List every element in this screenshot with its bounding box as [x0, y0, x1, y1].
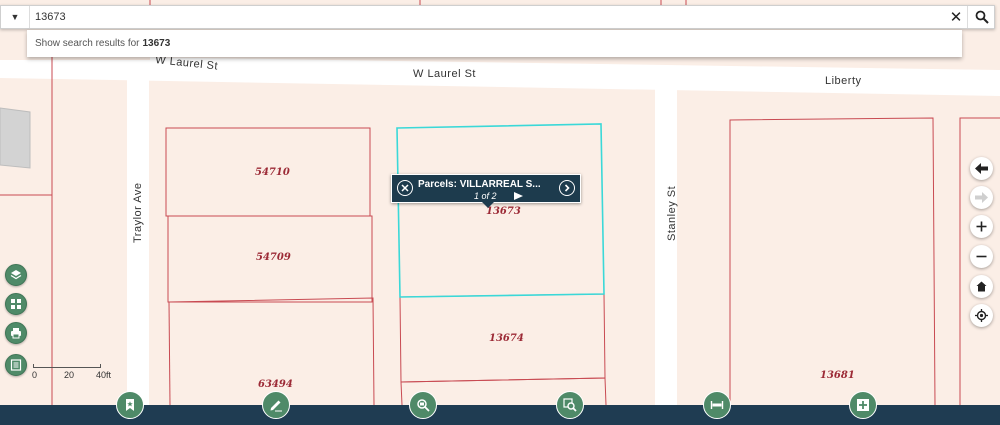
street-label-traylor-ave: Traylor Ave [132, 182, 144, 243]
home-icon [976, 281, 987, 292]
parcel-label-13681: 13681 [820, 370, 855, 381]
locate-icon [975, 309, 988, 322]
zoom-in-icon [976, 221, 987, 232]
popup-close-button[interactable] [397, 180, 413, 196]
popup-feature-count: 1 of 2 [474, 191, 497, 201]
scale-bar: 0 20 40ft [32, 364, 111, 384]
locate-button[interactable] [970, 304, 993, 327]
search-input[interactable] [35, 8, 935, 26]
basemap-button[interactable] [5, 293, 27, 315]
search-bar: ▼ ✕ [0, 5, 995, 29]
measure-button[interactable] [703, 391, 731, 419]
parcel-label-54709: 54709 [256, 252, 291, 263]
zoom-out-icon [976, 255, 987, 258]
search-source-dropdown[interactable]: ▼ [1, 6, 30, 28]
scale-tick-0: 0 [32, 370, 38, 380]
popup-maximize-button[interactable] [559, 180, 575, 196]
map-canvas[interactable]: W Laurel St W Laurel St Liberty Traylor … [0, 0, 1000, 425]
popup-title: Parcels: VILLARREAL S... [418, 179, 541, 190]
parcel-label-63494: 63494 [258, 379, 293, 390]
street-label-liberty: Liberty [825, 75, 862, 87]
suggestion-prefix: Show search results for [35, 38, 140, 49]
building-footprint [0, 107, 31, 169]
search-zoom-button[interactable] [556, 391, 584, 419]
close-icon [401, 184, 409, 192]
identify-icon [417, 399, 430, 412]
suggestion-term: 13673 [142, 38, 171, 49]
popup-pointer [482, 202, 494, 208]
search-icon [975, 10, 989, 24]
scale-line [33, 364, 101, 368]
scale-tick-40ft: 40ft [96, 370, 112, 380]
legend-list-icon [10, 359, 22, 371]
search-suggestion[interactable]: Show search results for 13673 [27, 30, 962, 57]
measure-icon [710, 401, 724, 409]
add-data-icon [857, 399, 869, 411]
basemap-grid-icon [11, 299, 21, 309]
draw-pencil-icon [270, 400, 282, 412]
back-arrow-icon [975, 163, 988, 174]
parcel-label-13674: 13674 [489, 333, 524, 344]
forward-arrow-icon [975, 192, 988, 203]
search-button[interactable] [967, 6, 995, 28]
draw-button[interactable] [262, 391, 290, 419]
zoom-in-button[interactable] [970, 215, 993, 238]
layers-button[interactable] [5, 264, 27, 286]
clear-search-button[interactable]: ✕ [945, 6, 967, 28]
street-label-stanley-st: Stanley St [666, 186, 678, 241]
road-stanley-st [655, 85, 677, 410]
scale-tick-20: 20 [64, 370, 75, 380]
parcel-label-54710: 54710 [255, 167, 290, 178]
legend-button[interactable] [5, 354, 27, 376]
road-traylor-ave [127, 80, 149, 410]
previous-extent-button[interactable] [970, 157, 993, 180]
close-icon: ✕ [949, 9, 963, 26]
layers-icon [10, 270, 22, 280]
next-extent-button[interactable] [970, 186, 993, 209]
parcel-popup: Parcels: VILLARREAL S... 1 of 2 [391, 174, 581, 208]
zoom-out-button[interactable] [970, 245, 993, 268]
home-button[interactable] [970, 275, 993, 298]
bookmark-icon [126, 399, 134, 411]
chevron-right-icon [564, 184, 570, 192]
bookmarks-button[interactable] [116, 391, 144, 419]
identify-button[interactable] [409, 391, 437, 419]
print-icon [11, 328, 21, 339]
caret-down-icon: ▼ [10, 12, 20, 22]
popup-next-feature-arrow[interactable] [514, 192, 523, 200]
search-zoom-icon [563, 398, 577, 412]
add-data-button[interactable] [849, 391, 877, 419]
street-label-w-laurel-st: W Laurel St [413, 68, 476, 80]
print-button[interactable] [5, 322, 27, 344]
